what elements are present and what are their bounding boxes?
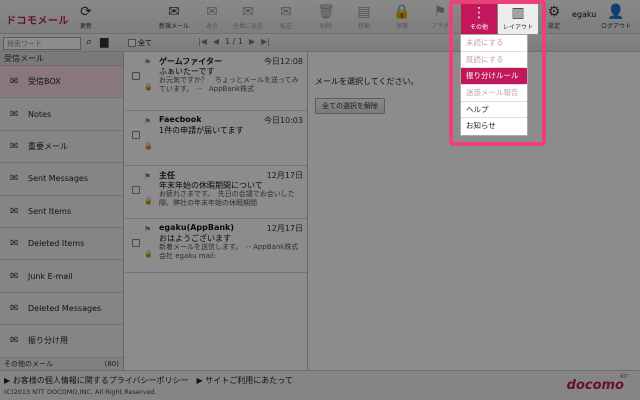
docomo-mail-app: ドコモメール ⟳ 更新 ✉ 新規メール ✉ 返信 ✉ 全員に返信 ✉ 転送 🗑 … (0, 0, 640, 400)
highlight-frame (449, 0, 546, 146)
